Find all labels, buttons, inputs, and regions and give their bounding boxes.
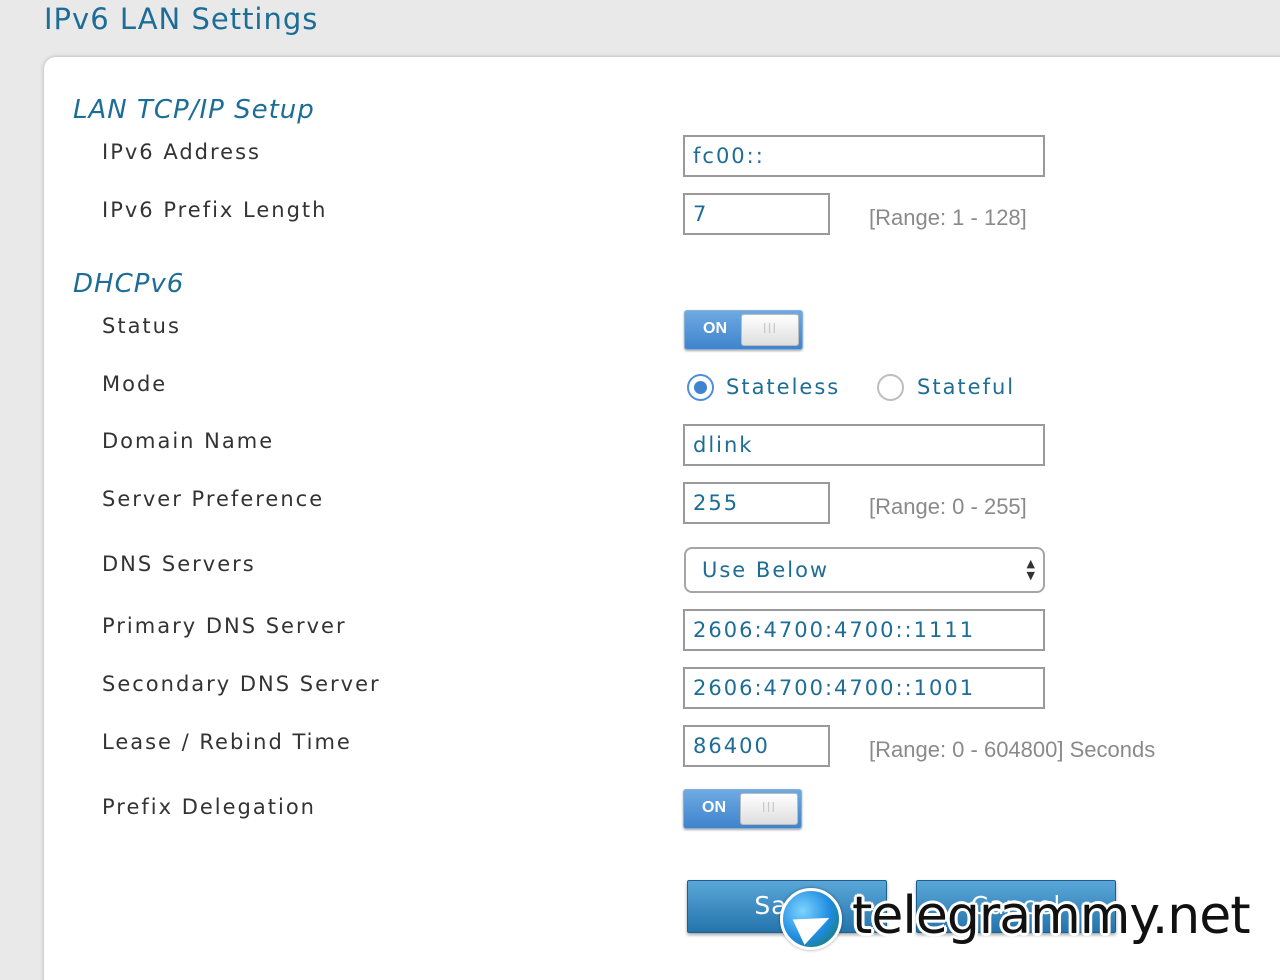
page-title: IPv6 LAN Settings bbox=[44, 2, 319, 36]
lease-time-range: [Range: 0 - 604800] Seconds bbox=[869, 737, 1156, 762]
domain-name-label: Domain Name bbox=[102, 429, 275, 453]
server-preference-input[interactable] bbox=[683, 482, 830, 524]
prefix-delegation-label: Prefix Delegation bbox=[102, 795, 316, 819]
prefix-delegation-toggle-on-text: ON bbox=[702, 799, 726, 816]
paper-plane-icon bbox=[792, 905, 836, 945]
secondary-dns-label: Secondary DNS Server bbox=[102, 672, 381, 696]
telegram-logo-icon bbox=[780, 888, 842, 950]
watermark: telegrammy.net bbox=[780, 882, 1270, 954]
server-preference-range: [Range: 0 - 255] bbox=[869, 494, 1027, 519]
dns-servers-label: DNS Servers bbox=[102, 552, 256, 576]
prefix-delegation-toggle[interactable]: ON III bbox=[683, 789, 802, 829]
prefix-delegation-toggle-knob[interactable]: III bbox=[740, 793, 798, 825]
prefix-length-range: [Range: 1 - 128] bbox=[869, 205, 1027, 230]
prefix-length-input[interactable] bbox=[683, 193, 830, 235]
secondary-dns-input[interactable] bbox=[683, 667, 1045, 709]
lease-time-input[interactable] bbox=[683, 725, 830, 767]
dns-servers-select-value: Use Below bbox=[702, 558, 830, 582]
primary-dns-input[interactable] bbox=[683, 609, 1045, 651]
primary-dns-label: Primary DNS Server bbox=[102, 614, 347, 638]
status-toggle[interactable]: ON III bbox=[684, 310, 803, 350]
watermark-text: telegrammy.net bbox=[852, 886, 1251, 946]
status-toggle-on-text: ON bbox=[703, 320, 727, 337]
dns-servers-select[interactable]: Use Below ▲ ▼ bbox=[684, 547, 1045, 593]
prefix-length-label: IPv6 Prefix Length bbox=[102, 198, 328, 222]
section-title-lan: LAN TCP/IP Setup bbox=[73, 95, 315, 125]
status-toggle-knob[interactable]: III bbox=[741, 314, 799, 346]
ipv6-address-input[interactable] bbox=[683, 135, 1045, 177]
lease-time-label: Lease / Rebind Time bbox=[102, 730, 352, 754]
status-label: Status bbox=[102, 314, 181, 338]
mode-radio-stateful-label[interactable]: Stateful bbox=[917, 372, 1015, 402]
mode-radio-stateless[interactable] bbox=[687, 374, 714, 401]
select-arrows-icon: ▲ ▼ bbox=[1026, 557, 1035, 582]
mode-radio-stateful[interactable] bbox=[877, 374, 904, 401]
mode-label: Mode bbox=[102, 372, 168, 396]
section-title-dhcpv6: DHCPv6 bbox=[73, 269, 185, 299]
mode-radio-stateless-label[interactable]: Stateless bbox=[726, 372, 840, 402]
domain-name-input[interactable] bbox=[683, 424, 1045, 466]
ipv6-address-label: IPv6 Address bbox=[102, 140, 261, 164]
server-preference-label: Server Preference bbox=[102, 487, 325, 511]
